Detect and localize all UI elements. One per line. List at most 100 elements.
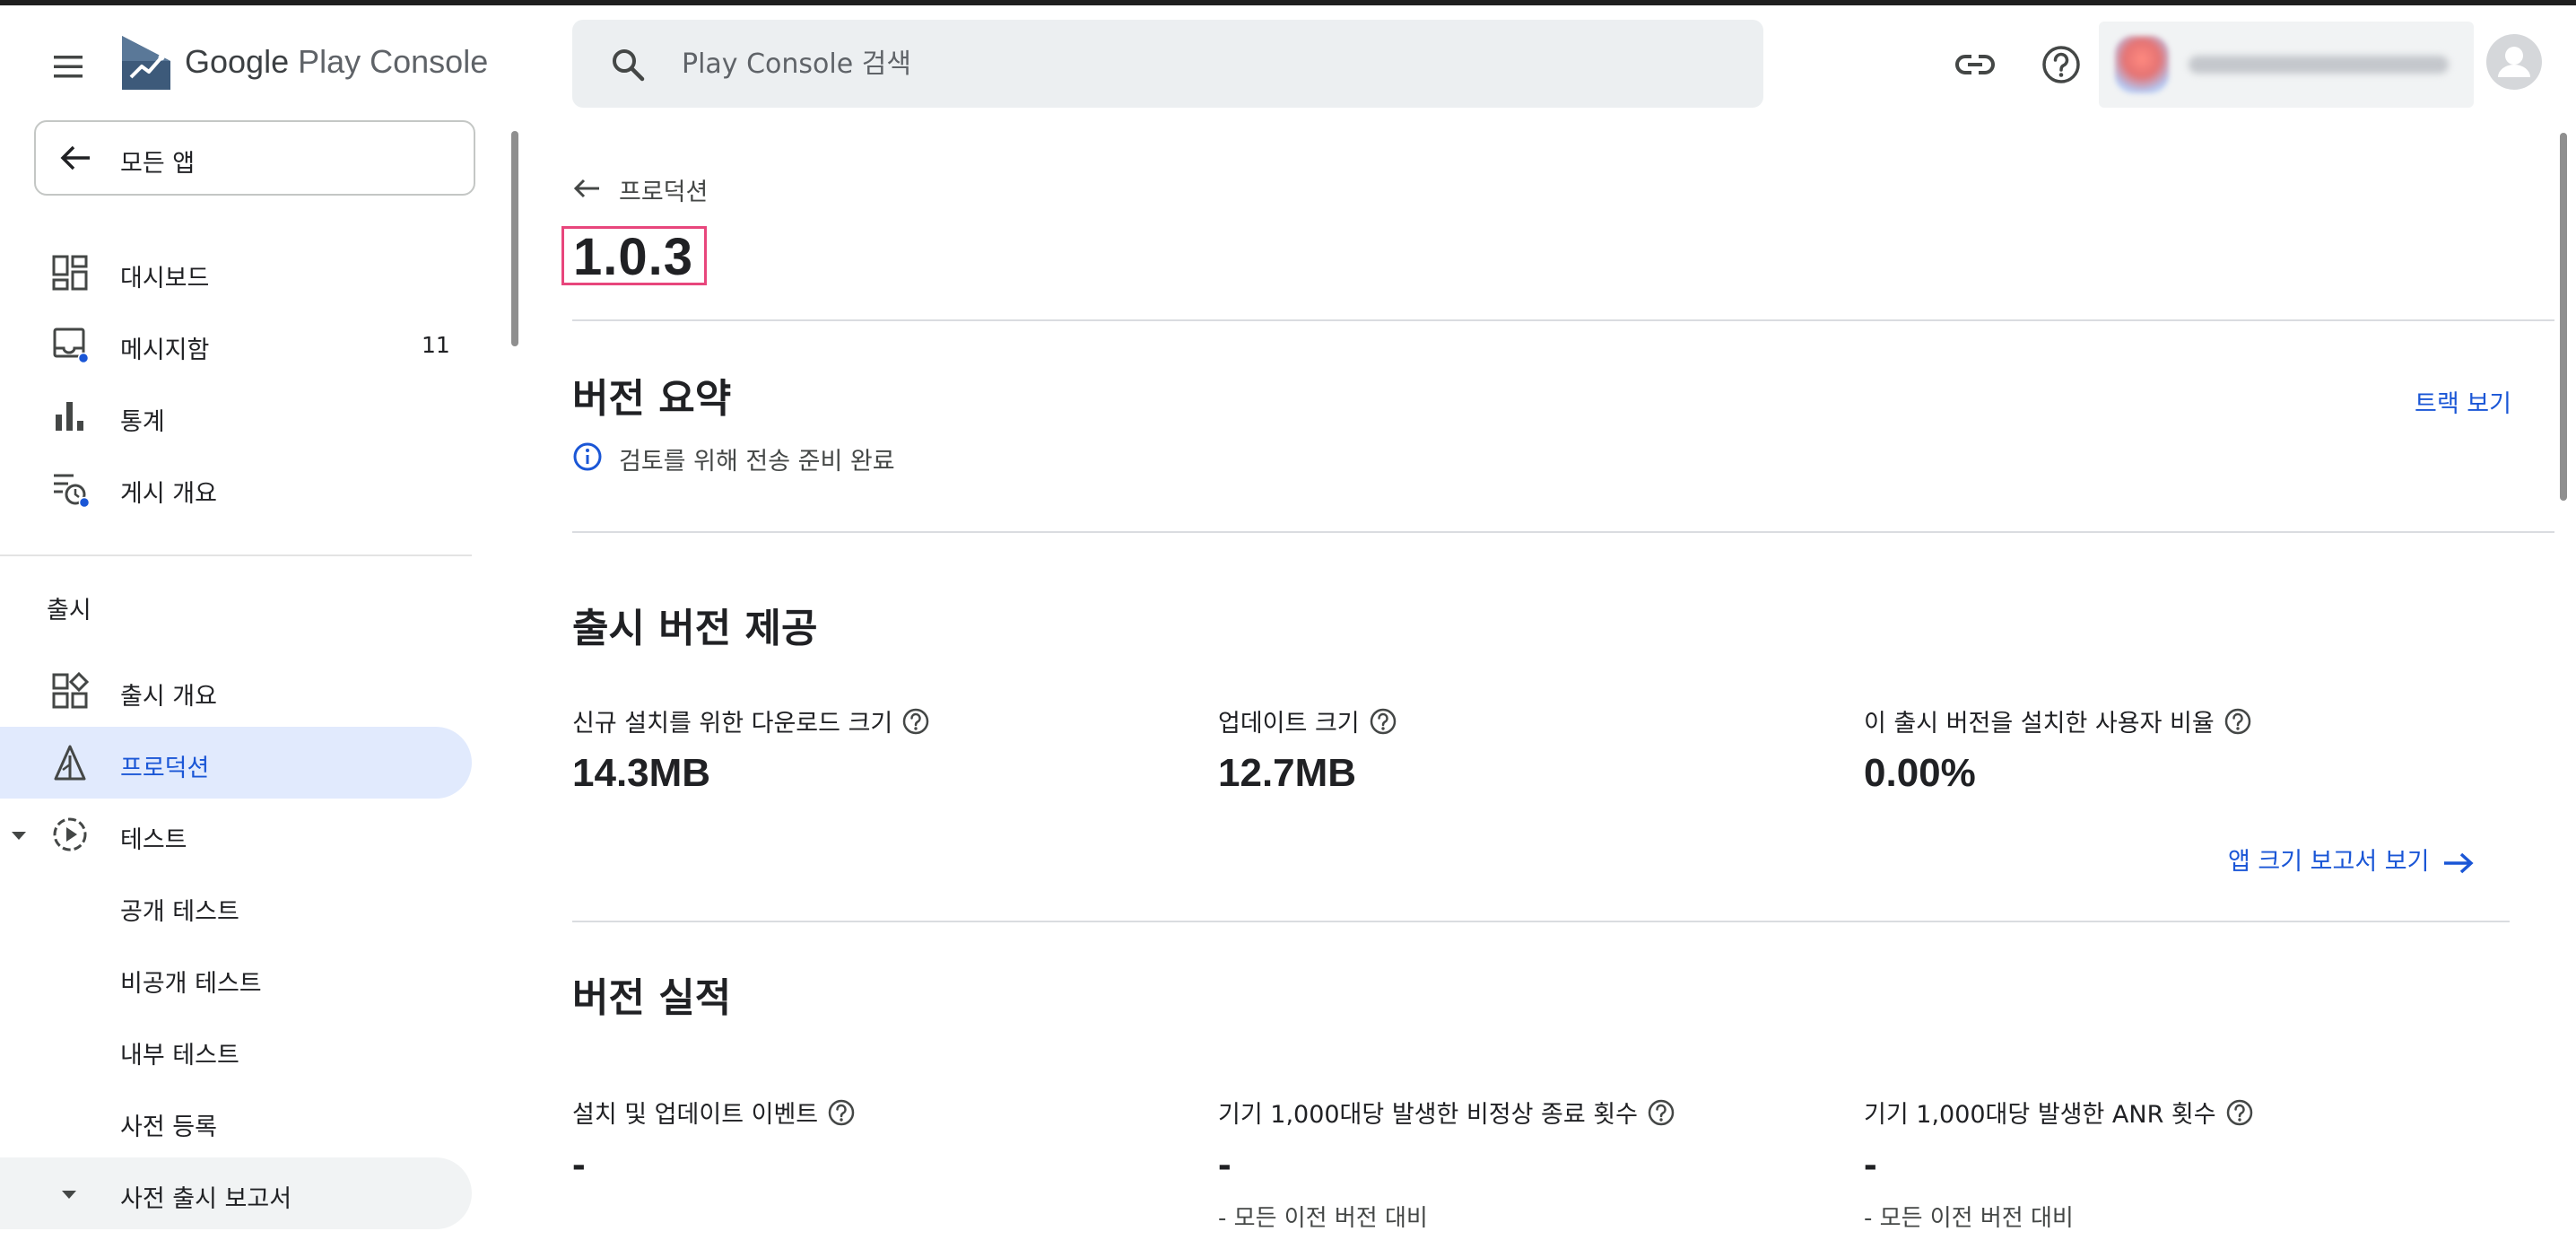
metric-value: 0.00%: [1864, 751, 1976, 795]
sidebar-item-dashboard[interactable]: 대시보드: [0, 237, 472, 309]
play-console-logo[interactable]: [118, 32, 176, 93]
sidebar-divider: [0, 555, 472, 556]
info-icon: [573, 442, 602, 471]
metric-comparison: - 모든 이전 버전 대비: [1218, 1205, 1428, 1232]
account-switcher[interactable]: [2099, 22, 2474, 108]
inbox-icon: [53, 327, 90, 364]
metric-install-update-events: 설치 및 업데이트 이벤트 -: [572, 1095, 856, 1187]
account-avatar-icon[interactable]: [2485, 32, 2544, 92]
metric-label: 기기 1,000대당 발생한 ANR 횟수: [1864, 1101, 2216, 1129]
dashboard-icon: [52, 255, 88, 291]
sidebar-item-label: 게시 개요: [120, 480, 217, 508]
sidebar-item-label: 출시 개요: [120, 683, 217, 711]
sidebar-item-statistics[interactable]: 통계: [0, 380, 472, 452]
inbox-count-badge: 11: [422, 332, 450, 358]
sidebar-section-release: 출시: [47, 597, 91, 624]
search-bar[interactable]: [572, 20, 1763, 108]
sidebar-item-label: 대시보드: [120, 265, 210, 293]
metric-value: -: [1864, 1142, 1877, 1186]
sidebar-item-publishing-overview[interactable]: 게시 개요: [0, 452, 472, 524]
all-apps-label: 모든 앱: [120, 150, 196, 178]
sidebar-item-label: 사전 출시 보고서: [120, 1185, 292, 1213]
metric-download-size: 신규 설치를 위한 다운로드 크기 14.3MB: [572, 703, 930, 796]
back-link-label: 프로덕션: [619, 179, 709, 206]
sidebar-item-inbox[interactable]: 메시지함 11: [0, 309, 472, 380]
release-overview-icon: [52, 671, 90, 709]
publishing-overview-icon: [54, 474, 90, 508]
top-app-bar: Google Play Console: [0, 5, 2576, 113]
help-icon[interactable]: [1647, 1098, 1675, 1127]
search-icon[interactable]: [608, 45, 648, 84]
main-scrollbar[interactable]: [2560, 133, 2567, 501]
account-name-blurred: [2189, 56, 2449, 74]
caret-down-icon[interactable]: [9, 825, 29, 845]
sidebar-item-open-testing[interactable]: 공개 테스트: [0, 870, 472, 942]
arrow-forward-icon: [2444, 852, 2474, 873]
view-track-link[interactable]: 트랙 보기: [2415, 384, 2511, 419]
main-content: 프로덕션 1.0.3 버전 요약 트랙 보기 검토를 위해 전송 준비 완료 출…: [561, 113, 2554, 1240]
sidebar-item-pre-registration[interactable]: 사전 등록: [0, 1086, 472, 1157]
metric-crash-rate: 기기 1,000대당 발생한 비정상 종료 횟수 - - 모든 이전 버전 대비: [1218, 1095, 1675, 1233]
help-icon[interactable]: [901, 707, 930, 736]
testing-icon: [53, 817, 87, 851]
metric-label: 이 출시 버전을 설치한 사용자 비율: [1864, 710, 2215, 738]
sidebar-item-label: 내부 테스트: [120, 1042, 239, 1070]
brand-google: Google: [185, 43, 290, 80]
help-icon[interactable]: [2224, 707, 2252, 736]
link-icon[interactable]: [1952, 41, 1998, 88]
sidebar-item-pre-launch-report[interactable]: 사전 출시 보고서: [0, 1157, 472, 1229]
arrow-back-icon: [573, 179, 599, 198]
brand-play-console: Play Console: [298, 43, 489, 80]
metric-value: -: [572, 1142, 586, 1186]
menu-icon[interactable]: [47, 45, 90, 88]
app-size-report-link[interactable]: 앱 크기 보고서 보기: [2228, 842, 2475, 877]
app-size-report-label: 앱 크기 보고서 보기: [2228, 848, 2430, 876]
sidebar-item-label: 프로덕션: [120, 755, 210, 782]
version-summary-heading: 버전 요약: [572, 376, 732, 422]
sidebar-item-production[interactable]: 프로덕션: [0, 727, 472, 799]
metric-update-size: 업데이트 크기 12.7MB: [1218, 703, 1397, 796]
section-divider: [572, 921, 2510, 922]
metric-label: 설치 및 업데이트 이벤트: [572, 1101, 819, 1129]
sidebar-item-closed-testing[interactable]: 비공개 테스트: [0, 942, 472, 1014]
app-brand[interactable]: Google Play Console: [185, 43, 488, 81]
section-divider: [572, 531, 2554, 533]
page-title-version: 1.0.3: [573, 228, 693, 286]
help-icon[interactable]: [2225, 1098, 2254, 1127]
sidebar-item-label: 메시지함: [120, 336, 210, 364]
all-apps-button[interactable]: 모든 앱: [34, 120, 475, 196]
sidebar-item-label: 비공개 테스트: [120, 970, 262, 998]
metric-value: -: [1218, 1142, 1231, 1186]
search-input[interactable]: [682, 41, 1713, 86]
help-icon[interactable]: [2038, 41, 2084, 88]
sidebar-item-release-overview[interactable]: 출시 개요: [0, 655, 472, 727]
caret-down-icon[interactable]: [59, 1184, 79, 1204]
metric-label: 업데이트 크기: [1218, 710, 1360, 738]
version-title-highlight: 1.0.3: [561, 226, 707, 286]
sidebar-item-label: 공개 테스트: [120, 898, 239, 926]
metric-value: 12.7MB: [1218, 751, 1357, 795]
release-delivery-heading: 출시 버전 제공: [572, 606, 818, 651]
account-image-blurred: [2115, 36, 2169, 93]
sidebar-item-testing[interactable]: 테스트: [0, 799, 472, 870]
sidebar-item-label: 통계: [120, 408, 165, 436]
metric-label: 기기 1,000대당 발생한 비정상 종료 횟수: [1218, 1101, 1638, 1129]
section-divider: [572, 319, 2554, 321]
version-performance-heading: 버전 실적: [572, 975, 732, 1021]
metric-comparison: - 모든 이전 버전 대비: [1864, 1205, 2074, 1232]
sidebar-item-internal-testing[interactable]: 내부 테스트: [0, 1014, 472, 1086]
metric-install-ratio: 이 출시 버전을 설치한 사용자 비율 0.00%: [1864, 703, 2252, 796]
metric-label: 신규 설치를 위한 다운로드 크기: [572, 710, 893, 738]
side-navigation: 모든 앱 대시보드 메시지함 11 통계 게시 개요 출시 출시 개요 프로덕션…: [0, 113, 484, 1240]
bar-chart-icon: [56, 402, 83, 431]
metric-value: 14.3MB: [572, 751, 711, 795]
help-icon[interactable]: [1369, 707, 1397, 736]
production-icon: [54, 745, 86, 781]
summary-status-text: 검토를 위해 전송 준비 완료: [619, 448, 895, 476]
sidebar-item-label: 사전 등록: [120, 1113, 217, 1141]
sidebar-item-label: 테스트: [120, 826, 187, 854]
sidebar-scrollbar[interactable]: [511, 131, 518, 346]
arrow-back-icon: [60, 145, 90, 170]
help-icon[interactable]: [827, 1098, 856, 1127]
metric-anr-rate: 기기 1,000대당 발생한 ANR 횟수 - - 모든 이전 버전 대비: [1864, 1095, 2254, 1233]
